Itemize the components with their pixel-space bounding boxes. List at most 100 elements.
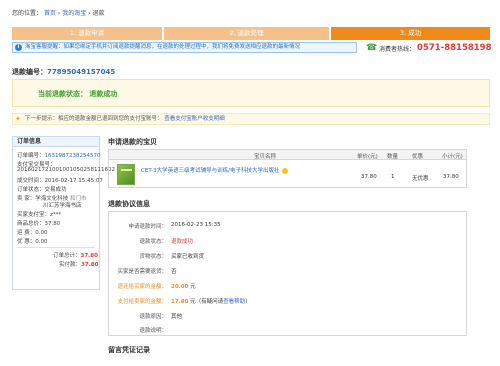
apply-time-label: 申请退款时间：: [128, 224, 167, 230]
hint-text: 下一步提示：相应的退款金额已退回到您的支付宝账号：: [25, 116, 163, 122]
hotline-number: 0571-88158198: [417, 43, 492, 53]
seller-amount-end: ）: [245, 299, 251, 305]
goods-table: 宝贝名称 单价(元) 数量 优惠 小计(元) CET-3大学英语三级考试辅导与训…: [108, 149, 467, 188]
need-return-value: 否: [171, 269, 177, 275]
order-info-title: 订单信息: [13, 137, 99, 147]
order-total-row: 订单总计：37.80: [53, 251, 98, 259]
service-notice: i 淘宝客服提醒：如果您绑定手机并订阅退款提醒消息，在退款的处理过程中，我们将免…: [12, 42, 357, 53]
shipping-label: 运 费：: [17, 230, 36, 236]
discount-row: 优 惠：0.00: [17, 237, 48, 245]
col-header-discount: 优惠: [412, 154, 424, 160]
order-info-panel: 订单信息 订单编号：1631987238254570 支付宝交易号： 20160…: [12, 136, 115, 290]
refund-status-value: 退款成功: [171, 239, 194, 245]
price-row: 商品总价：37.80: [17, 219, 60, 227]
price-label: 商品总价：: [17, 221, 45, 227]
order-total-label: 订单总计：: [53, 253, 81, 259]
col-header-name: 宝贝名称: [254, 154, 277, 160]
product-name: CET-3大学英语三级考试辅导与训练/电子科技大学出版社: [141, 168, 280, 174]
info-icon: i: [15, 44, 22, 51]
refund-amount-unit: 元: [190, 284, 196, 290]
refund-amount-wrap: 20.00 元: [171, 282, 196, 290]
product-thumbnail[interactable]: [117, 164, 135, 185]
deal-time-label: 成交时间：: [17, 178, 45, 184]
refund-reason-value: 其他: [171, 314, 183, 320]
seller-amount-label: 支付给卖家的金额：: [117, 299, 167, 305]
breadcrumb-prefix: 您的位置：: [12, 10, 43, 17]
progress-steps: 1. 退款申请 2. 退款处理 3. 成功: [12, 27, 490, 40]
paid-row: 实付款：37.80: [59, 260, 98, 268]
hotline-label: 消费者热线：: [379, 45, 416, 53]
apply-time-value: 2016-02-23 15:35: [171, 222, 221, 228]
deal-time-value: 2016-02-17 15:45:07: [44, 178, 103, 184]
step-apply: 1. 退款申请: [12, 27, 162, 40]
need-return-label: 买家是否需要退货：: [117, 269, 167, 275]
product-name-link[interactable]: CET-3大学英语三级考试辅导与训练/电子科技大学出版社: [141, 166, 288, 174]
alipay-detail-link[interactable]: 查看支付宝账户收支明细: [164, 116, 225, 122]
agreement-section-title: 退款协议信息: [108, 200, 150, 208]
refund-amount-value: 20.00: [171, 284, 189, 290]
consumer-hotline: ☎ 消费者热线： 0571-88158198: [366, 41, 492, 55]
agreement-panel: 申请退款时间： 2016-02-23 15:35 退款状态： 退款成功 货物状态： 买…: [108, 211, 467, 336]
goods-status-value: 买家已收到货: [171, 254, 205, 260]
coin-icon: [281, 167, 288, 174]
breadcrumb-home-link[interactable]: 首页: [44, 10, 56, 17]
buyer-label: 买家支付宝：: [17, 212, 51, 218]
refund-reason-label: 退款原因：: [139, 314, 167, 320]
shipping-value: 0.00: [35, 230, 48, 236]
deal-time-row: 成交时间：2016-02-17 15:45:07: [17, 176, 103, 184]
step-success: 3. 成功: [331, 27, 490, 40]
goods-section-title: 申请退款的宝贝: [108, 138, 157, 146]
refund-number-value: 77895049157045: [47, 68, 116, 76]
refund-status-box: 当前退款状态： 退款成功: [12, 79, 490, 107]
paid-label: 实付款：: [59, 262, 82, 268]
records-section-title: 留言凭证记录: [108, 346, 150, 354]
product-qty: 1: [391, 174, 395, 180]
breadcrumb: 您的位置： 首页 › 我的淘宝 › 退款: [12, 8, 104, 17]
seller-amount-unit: 元（有疑问请: [190, 299, 224, 305]
refund-status-text: 当前退款状态： 退款成功: [38, 90, 118, 98]
breadcrumb-sep: ›: [88, 10, 91, 17]
goods-status-label: 货物状态：: [139, 254, 167, 260]
col-header-subtotal: 小计(元): [442, 154, 463, 160]
col-header-qty: 数量: [387, 154, 399, 160]
seller-amount-value: 17.80: [171, 299, 189, 305]
buyer-row: 买家支付宝：z***: [17, 210, 61, 218]
order-status-value: 交易成功: [44, 187, 67, 193]
goods-table-header: 宝贝名称 单价(元) 数量 优惠 小计(元): [109, 150, 466, 160]
refund-amount-label: 退还给买家的金额：: [117, 284, 167, 290]
order-no-row: 订单编号：1631987238254570: [17, 151, 101, 159]
discount-label: 优 惠：: [17, 239, 36, 245]
breadcrumb-my-taobao-link[interactable]: 我的淘宝: [62, 10, 86, 17]
paid-value: 37.80: [81, 262, 99, 268]
seller-label: 卖 家：: [17, 196, 36, 202]
seller-shop-name: 川汇苏学海书店: [43, 203, 82, 209]
product-price: 37.80: [361, 174, 377, 180]
refund-number: 退款编号：77895049157045: [12, 67, 115, 77]
order-total-value: 37.80: [80, 253, 98, 259]
product-discount: 无优惠: [412, 176, 429, 182]
seller-amount-wrap: 17.80 元（有疑问请查看帮助）: [171, 297, 251, 305]
refund-desc-label: 退款说明：: [139, 328, 167, 334]
phone-icon: ☎: [366, 43, 378, 53]
next-step-hint: ✦ 下一步提示：相应的退款金额已退回到您的支付宝账号： 查看支付宝账户收支明细: [12, 113, 490, 125]
price-value: 37.80: [44, 221, 61, 227]
alipay-no-value: 2016021721001001050258111602: [17, 167, 115, 173]
discount-value: 0.00: [35, 239, 48, 245]
divider: [17, 247, 95, 248]
lightbulb-icon: ✦: [15, 115, 21, 123]
breadcrumb-sep: ›: [57, 10, 61, 17]
order-status-label: 订单状态：: [17, 187, 45, 193]
help-link[interactable]: 查看帮助: [223, 299, 245, 305]
order-no-link[interactable]: 1631987238254570: [45, 153, 101, 159]
step-process: 2. 退款处理: [164, 27, 329, 40]
product-subtotal: 37.80: [443, 174, 459, 180]
order-no-label: 订单编号：: [17, 153, 45, 159]
refund-status-value-wrap: 退款成功: [171, 237, 193, 245]
refund-status-label: 退款状态：: [139, 239, 167, 245]
buyer-value: z***: [50, 212, 62, 218]
refund-number-label: 退款编号：: [12, 68, 47, 76]
order-status-row: 订单状态：交易成功: [17, 185, 67, 193]
col-header-price: 单价(元): [357, 154, 378, 160]
breadcrumb-current: 退款: [92, 10, 105, 17]
shipping-row: 运 费：0.00: [17, 228, 48, 236]
